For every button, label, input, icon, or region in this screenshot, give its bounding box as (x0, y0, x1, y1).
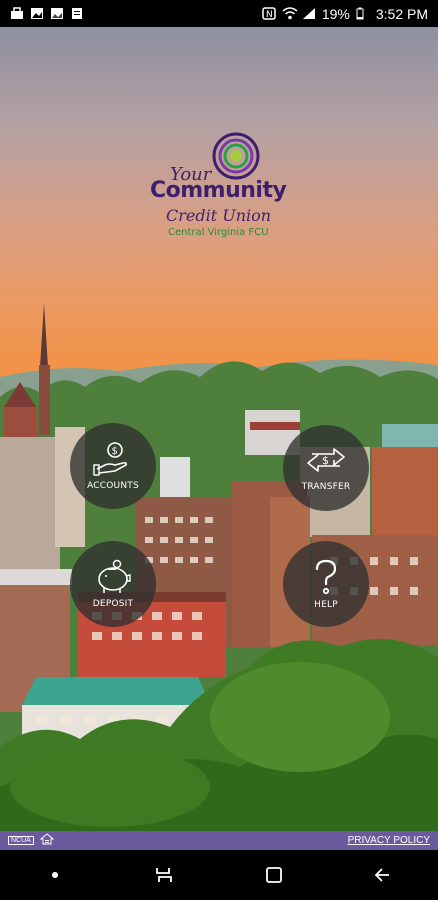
piggy-bank-icon (98, 559, 131, 593)
deposit-button[interactable]: DEPOSIT (70, 541, 156, 627)
nav-dot-button[interactable] (35, 855, 75, 895)
credit-union-logo: Your Community Credit Union Central Virg… (148, 130, 293, 245)
privacy-policy-link[interactable]: PRIVACY POLICY (348, 835, 430, 846)
svg-text:$: $ (322, 454, 329, 467)
ncua-badge: NCUA (8, 836, 34, 845)
image-icon (30, 7, 44, 20)
wifi-icon (282, 7, 298, 20)
svg-text:$: $ (112, 446, 118, 457)
question-icon (315, 559, 337, 595)
svg-text:N: N (266, 10, 273, 20)
home-square-icon (265, 867, 282, 883)
help-label: HELP (314, 600, 338, 610)
help-button[interactable]: HELP (283, 541, 369, 627)
nfc-icon: N (262, 7, 276, 20)
recents-button[interactable] (144, 855, 184, 895)
battery-percent: 19% (321, 5, 350, 22)
bag-icon (10, 7, 24, 20)
equal-housing-icon (39, 832, 55, 850)
back-arrow-icon (374, 868, 390, 882)
hand-money-icon: $ (93, 442, 127, 476)
accounts-button[interactable]: $ ACCOUNTS (70, 423, 156, 509)
background-cityscape: Your Community Credit Union Central Virg… (0, 27, 438, 831)
deposit-label: DEPOSIT (92, 599, 134, 609)
accounts-label: ACCOUNTS (87, 481, 139, 491)
transfer-icon: $ (307, 448, 345, 472)
logo-rings-icon (212, 132, 260, 180)
doc-icon (70, 7, 84, 20)
back-button[interactable] (363, 855, 403, 895)
logo-tagline: Central Virginia FCU (168, 227, 269, 238)
photo-icon (50, 7, 64, 20)
recents-icon (156, 868, 173, 882)
transfer-label: TRANSFER (301, 482, 351, 492)
transfer-button[interactable]: $ TRANSFER (283, 425, 369, 511)
home-button[interactable] (254, 855, 294, 895)
status-bar: N 19% 3:52 PM (0, 0, 438, 27)
logo-line-community: Community (150, 178, 287, 203)
signal-icon (302, 7, 316, 20)
android-nav-bar (0, 850, 438, 900)
clock: 3:52 PM (375, 5, 428, 22)
dot-icon (51, 872, 58, 878)
battery-icon (356, 7, 370, 20)
footer-bar: NCUA PRIVACY POLICY (0, 831, 438, 850)
logo-line-credit-union: Credit Union (166, 206, 272, 225)
